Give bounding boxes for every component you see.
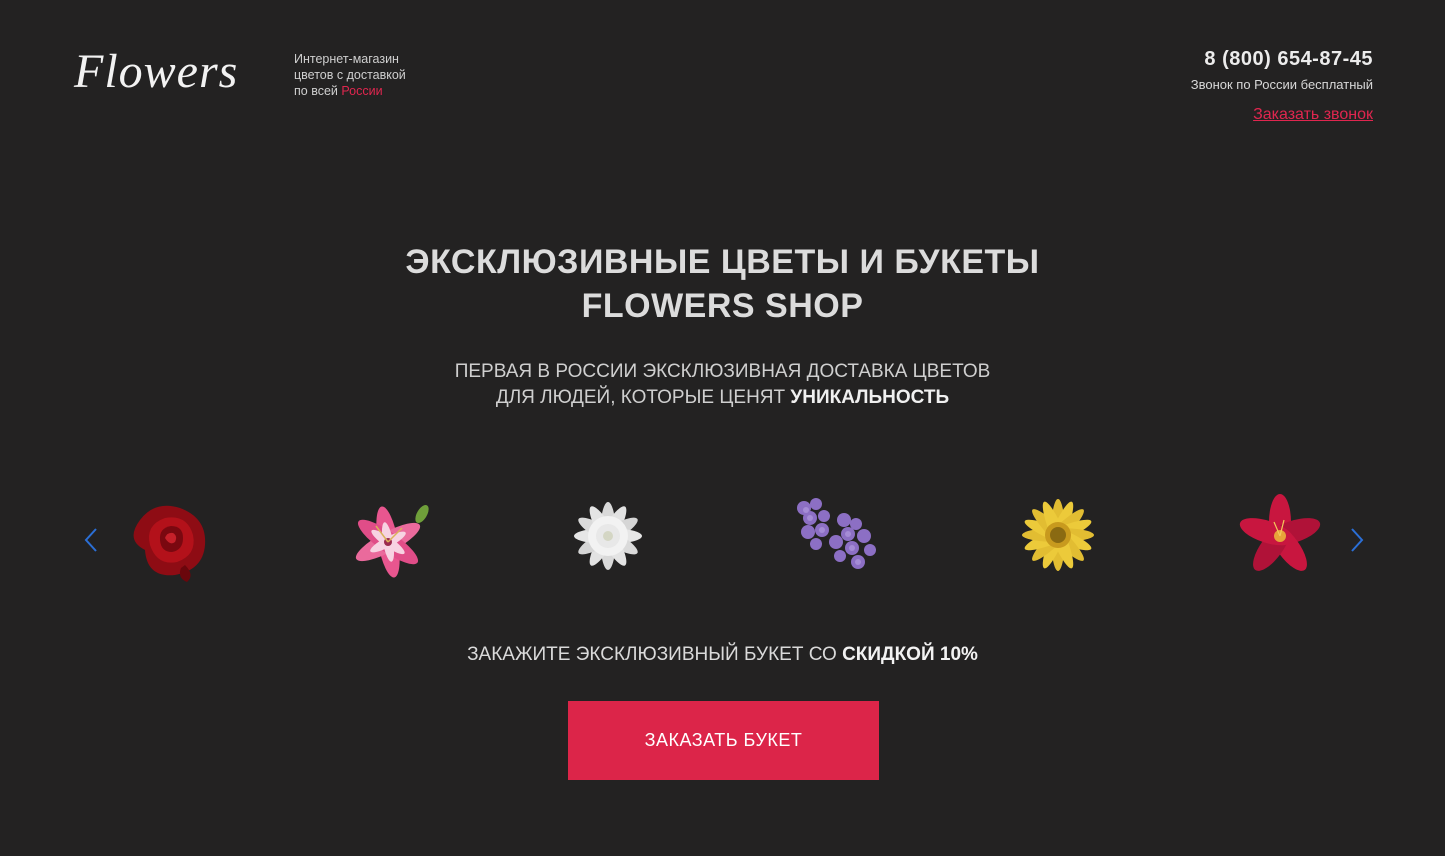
contact-block: 8 (800) 654-87-45 Звонок по России беспл… <box>1191 48 1373 124</box>
rose-image <box>133 505 206 582</box>
phone-number[interactable]: 8 (800) 654-87-45 <box>1191 48 1373 71</box>
carousel-prev-button[interactable] <box>80 525 104 555</box>
chevron-left-icon <box>84 528 97 552</box>
offer-prefix: ЗАКАЖИТЕ ЭКСКЛЮЗИВНЫЙ БУКЕТ СО <box>467 644 843 665</box>
tagline-accent: России <box>341 84 383 98</box>
phone-note: Звонок по России бесплатный <box>1190 77 1373 92</box>
flower-lily[interactable] <box>340 490 440 590</box>
alstroemeria-image <box>1239 494 1321 571</box>
flower-gerbera[interactable] <box>1008 490 1108 590</box>
flower-carousel <box>0 490 1445 590</box>
tagline: Интернет-магазин цветов с доставкой по в… <box>294 51 406 99</box>
tagline-line-2: цветов с доставкой <box>294 68 406 82</box>
gerbera-image <box>1022 499 1094 571</box>
chevron-right-icon <box>1351 528 1364 552</box>
hero-title: ЭКСКЛЮЗИВНЫЕ ЦВЕТЫ И БУКЕТЫ FLOWERS SHOP <box>0 240 1445 328</box>
offer-text: ЗАКАЖИТЕ ЭКСКЛЮЗИВНЫЙ БУКЕТ СО СКИДКОЙ 1… <box>0 644 1445 666</box>
dahlia-image <box>574 502 642 570</box>
offer-discount: СКИДКОЙ 10% <box>842 644 978 665</box>
flower-rose[interactable] <box>115 490 215 590</box>
hero-subtitle-line-2-prefix: ДЛЯ ЛЮДЕЙ, КОТОРЫЕ ЦЕНЯТ <box>495 387 791 408</box>
callback-link[interactable]: Заказать звонок <box>1253 106 1373 124</box>
lily-image <box>355 504 429 578</box>
hero-title-line-2: FLOWERS SHOP <box>581 287 864 325</box>
tagline-line-3-prefix: по всей <box>294 84 342 98</box>
carousel-next-button[interactable] <box>1344 525 1368 555</box>
hero-subtitle-line-2: ДЛЯ ЛЮДЕЙ, КОТОРЫЕ ЦЕНЯТ УНИКАЛЬНОСТЬ <box>0 385 1445 411</box>
flower-lilac[interactable] <box>786 490 886 590</box>
tagline-line-1: Интернет-магазин <box>294 52 399 66</box>
tagline-line-3: по всей России <box>294 83 406 99</box>
flower-dahlia[interactable] <box>562 490 662 590</box>
hero-title-line-1: ЭКСКЛЮЗИВНЫЕ ЦВЕТЫ И БУКЕТЫ <box>405 243 1040 281</box>
hero-subtitle-emphasis: УНИКАЛЬНОСТЬ <box>790 387 950 408</box>
hero-subtitle: ПЕРВАЯ В РОССИИ ЭКСКЛЮЗИВНАЯ ДОСТАВКА ЦВ… <box>0 359 1445 411</box>
logo[interactable]: Flowers <box>74 44 238 99</box>
hero-subtitle-line-1: ПЕРВАЯ В РОССИИ ЭКСКЛЮЗИВНАЯ ДОСТАВКА ЦВ… <box>454 361 991 382</box>
flower-alstroemeria[interactable] <box>1230 490 1330 590</box>
order-bouquet-button[interactable]: ЗАКАЗАТЬ БУКЕТ <box>568 701 879 780</box>
lilac-image <box>797 498 876 569</box>
